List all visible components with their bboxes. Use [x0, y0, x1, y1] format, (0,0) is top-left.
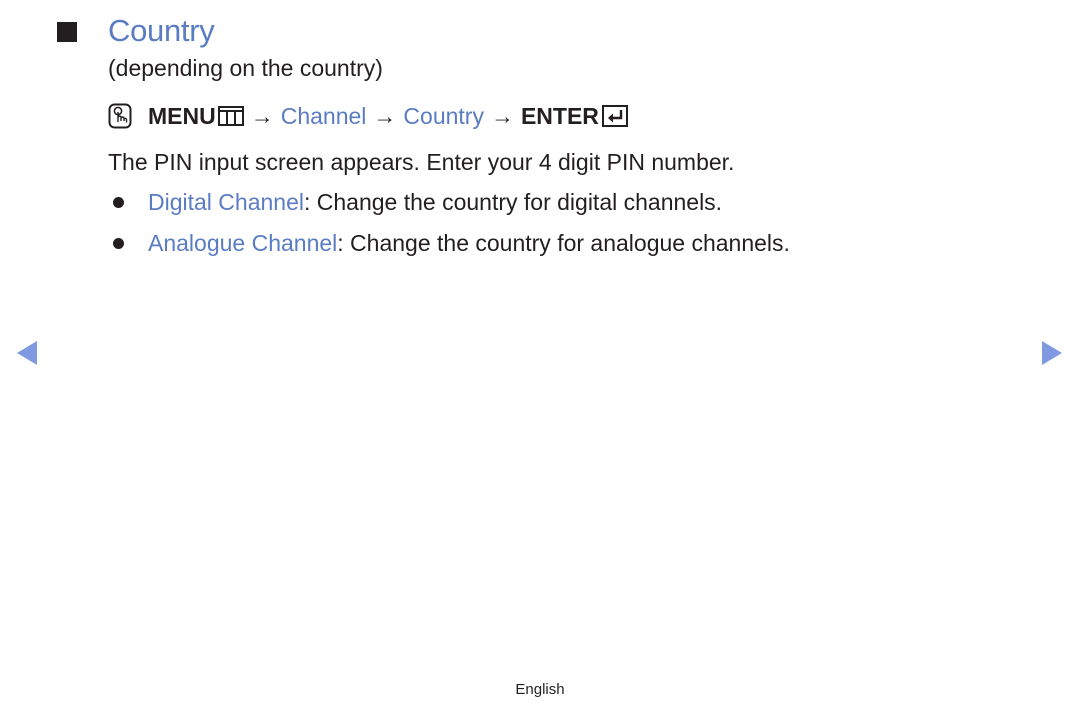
section-header: Country [57, 10, 215, 52]
enter-label: ENTER [520, 102, 599, 129]
description-text: The PIN input screen appears. Enter your… [108, 149, 735, 175]
bullet-icon [113, 238, 124, 249]
bullet-text: : Change the country for analogue channe… [337, 230, 790, 256]
footer-language: English [515, 681, 565, 698]
section-subtitle: (depending on the country) [108, 55, 383, 81]
enter-return-icon [601, 105, 628, 127]
path-step-country[interactable]: Country [403, 103, 484, 130]
bullet-text: : Change the country for digital channel… [303, 189, 723, 215]
path-arrow: → [490, 102, 514, 129]
section-title: Country [108, 13, 215, 48]
bullet-icon [113, 197, 124, 208]
list-item: Analogue Channel : Change the country fo… [113, 230, 790, 257]
list-item: Digital Channel : Change the country for… [113, 189, 722, 216]
path-arrow: → [373, 102, 397, 129]
previous-page-icon[interactable] [17, 341, 37, 365]
menu-grid-icon [217, 106, 244, 126]
section-square-icon [57, 22, 77, 42]
path-step-channel[interactable]: Channel [281, 103, 367, 130]
menu-path: MENU → Channel → Country → ENTER [108, 99, 628, 133]
bullet-term[interactable]: Digital Channel [148, 189, 304, 216]
bullet-term[interactable]: Analogue Channel [148, 230, 337, 257]
next-page-icon[interactable] [1042, 341, 1062, 365]
remote-hand-icon [108, 103, 132, 129]
path-arrow: → [250, 102, 274, 129]
menu-label: MENU [148, 102, 216, 129]
